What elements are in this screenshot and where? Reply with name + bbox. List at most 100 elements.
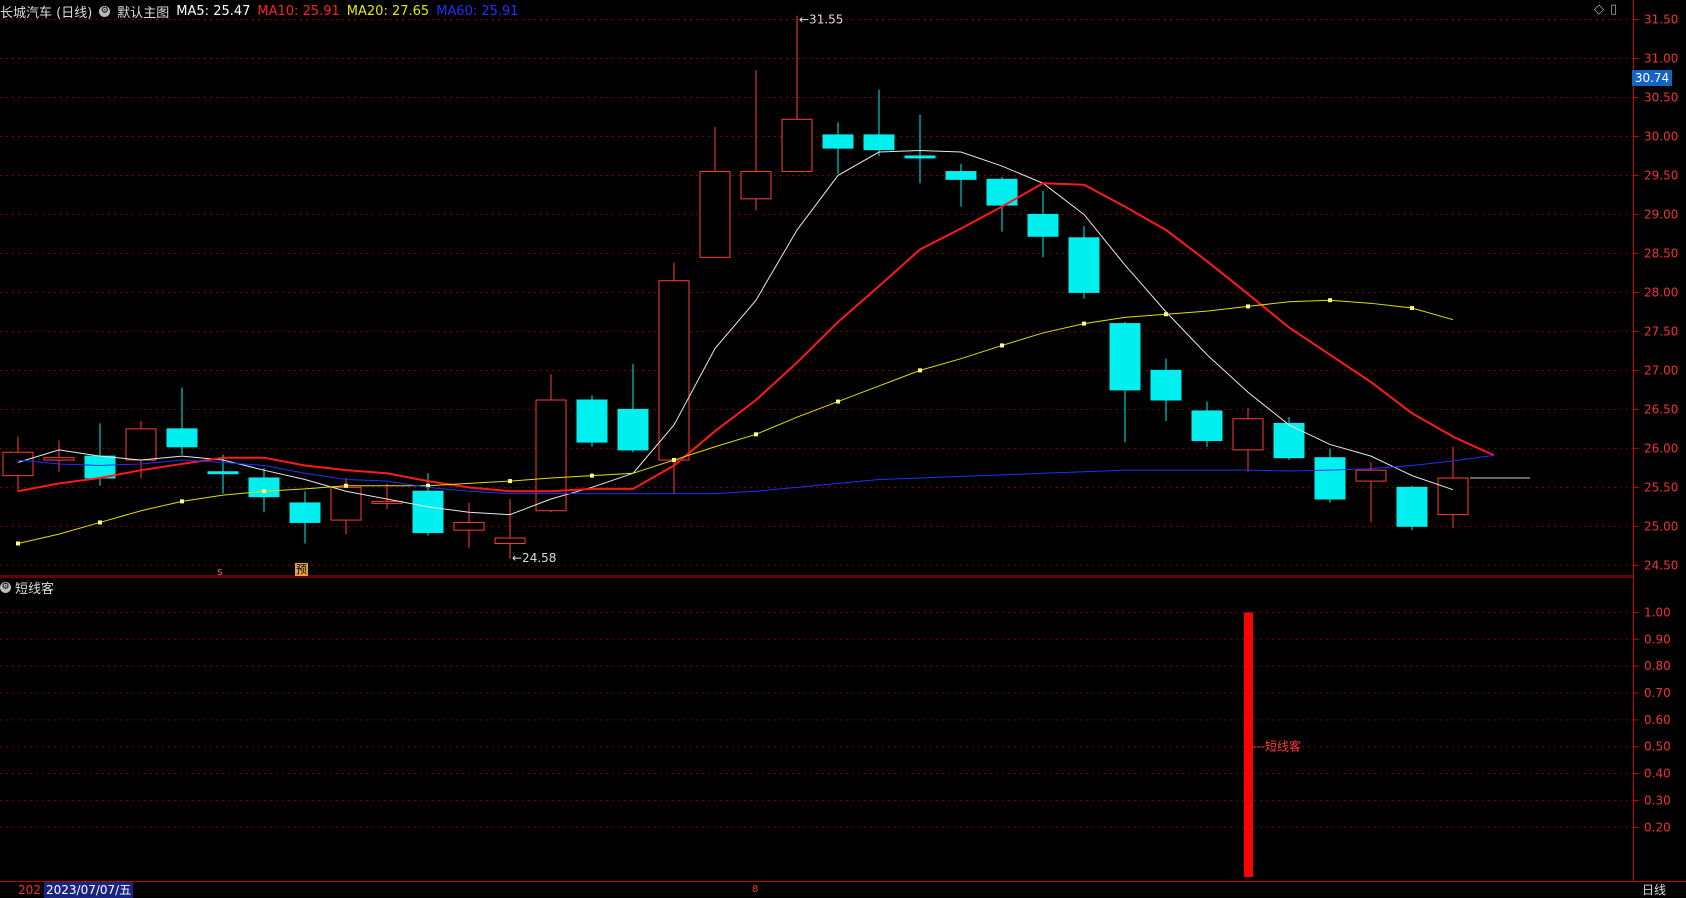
ma20-marker xyxy=(508,479,512,484)
price-axis-labels: 31.50 31.00 30.50 30.00 29.50 29.00 28.50 28.00… xyxy=(1634,12,1678,834)
candle-down xyxy=(1068,237,1100,293)
diamond-icon[interactable]: ◇ xyxy=(1594,2,1604,17)
candle-up xyxy=(658,280,690,461)
price-tick-label: 30.50 xyxy=(1644,90,1678,104)
candle-up xyxy=(781,118,813,173)
candle-down xyxy=(822,134,854,149)
price-tick-label: 24.50 xyxy=(1644,558,1678,572)
candle-down xyxy=(1396,486,1428,527)
candle-down xyxy=(1027,213,1059,237)
price-tick-label: 28.50 xyxy=(1644,246,1678,260)
price-tick-label: 26.00 xyxy=(1644,441,1678,455)
ma60-label: MA60: 25.91 xyxy=(436,3,519,19)
ma20-marker xyxy=(180,499,184,504)
candle-up xyxy=(1232,418,1264,451)
price-tick-label: 28.00 xyxy=(1644,285,1678,299)
candle-up xyxy=(740,171,772,200)
candle-down xyxy=(1150,369,1182,401)
candle-up xyxy=(453,521,485,531)
indicator-tick-label: 0.20 xyxy=(1644,820,1671,834)
price-tick-label: 27.50 xyxy=(1644,324,1678,338)
candle-up xyxy=(494,537,526,544)
ma5-label: MA5: 25.47 xyxy=(176,3,251,19)
ma20-marker xyxy=(672,458,676,463)
ma20-marker xyxy=(344,483,348,488)
ma20-marker xyxy=(16,541,20,546)
ma20-marker xyxy=(1246,304,1250,309)
candle-down xyxy=(576,399,608,443)
ma20-marker xyxy=(262,489,266,494)
indicator-tick-label: 0.30 xyxy=(1644,793,1671,807)
ma20-marker xyxy=(1328,298,1332,303)
ma60-line xyxy=(17,454,1495,495)
indicator-tick-label: 0.60 xyxy=(1644,713,1671,727)
candle-up xyxy=(1355,469,1387,482)
candle-down xyxy=(904,155,936,159)
candle-down xyxy=(248,477,280,498)
template-name[interactable]: 默认主图 xyxy=(117,2,169,21)
candle-up xyxy=(125,428,157,461)
price-tick-label: 30.00 xyxy=(1644,129,1678,143)
ma20-marker xyxy=(1082,321,1086,326)
price-tick-label: 29.00 xyxy=(1644,207,1678,221)
price-annotation: ←31.55 xyxy=(799,13,843,27)
candle-down xyxy=(1273,422,1305,459)
ma20-marker xyxy=(590,473,594,478)
date-axis: 202 2023/07/07/五 8 日线 xyxy=(0,881,1686,898)
indicator-tick-label: 0.80 xyxy=(1644,659,1671,673)
price-tick-label: 31.50 xyxy=(1644,12,1678,26)
ma20-marker xyxy=(836,399,840,404)
sub-panel-title[interactable]: 短线客 xyxy=(15,578,54,597)
ma20-label: MA20: 27.65 xyxy=(346,3,430,19)
settings-gear-icon[interactable]: ⚙ xyxy=(0,581,11,593)
price-tick-label: 27.00 xyxy=(1644,363,1678,377)
indicator-tick-label: 0.40 xyxy=(1644,767,1671,781)
price-tick-label: 29.50 xyxy=(1644,168,1678,182)
ma10-label: MA10: 25.91 xyxy=(257,3,340,19)
ma5-line xyxy=(17,149,1454,516)
price-axis: 31.50 31.00 30.50 30.00 29.50 29.00 28.50 28.00… xyxy=(1633,0,1686,881)
candle-down xyxy=(207,471,239,475)
candle-up xyxy=(330,486,362,521)
candle-down xyxy=(166,428,198,448)
ma10-line xyxy=(17,182,1495,493)
ma20-marker xyxy=(1164,312,1168,317)
price-annotation: ←24.58 xyxy=(512,551,556,565)
ma20-marker xyxy=(918,368,922,373)
candle-up xyxy=(1437,477,1469,516)
candle-down xyxy=(1314,457,1346,500)
candle-down xyxy=(412,490,444,534)
indicator-tick-label: 0.70 xyxy=(1644,686,1671,700)
date-prefix: 202 xyxy=(18,883,41,897)
ma20-marker xyxy=(1000,343,1004,348)
signal-marker-yu: 预 xyxy=(295,563,308,576)
panel-controls: ◇ ▯ xyxy=(1594,2,1623,17)
indicator-tick-label: 0.50 xyxy=(1644,740,1671,754)
candle-down xyxy=(863,134,895,151)
candlestick-chart[interactable]: ←31.55 ←24.58 xyxy=(0,0,1633,577)
indicator-chart[interactable]: ---短线客 xyxy=(0,577,1633,881)
candle-up xyxy=(2,451,34,477)
selected-date: 2023/07/07/五 xyxy=(44,882,134,898)
price-tick-label: 31.00 xyxy=(1644,51,1678,65)
candle-down xyxy=(1191,410,1223,442)
period-label[interactable]: 日线 xyxy=(1642,882,1666,898)
candle-down xyxy=(945,171,977,180)
stock-title[interactable]: 长城汽车 (日线) xyxy=(0,2,92,21)
chart-header: 长城汽车 (日线) ⚙ 默认主图 MA5: 25.47 MA10: 25.91 … xyxy=(0,0,526,22)
month-tick-label: 8 xyxy=(752,884,759,895)
sub-panel-header: ⚙ 短线客 xyxy=(0,578,54,597)
price-tick-label: 25.00 xyxy=(1644,519,1678,533)
candle-up xyxy=(371,500,403,504)
price-tick-label: 26.50 xyxy=(1644,402,1678,416)
settings-gear-icon[interactable]: ⚙ xyxy=(99,5,111,17)
price-tick-label: 25.50 xyxy=(1644,480,1678,494)
current-price-tag: 30.74 xyxy=(1632,70,1672,86)
candle-down xyxy=(84,455,116,479)
indicator-tick-label: 0.90 xyxy=(1644,632,1671,646)
candle-down xyxy=(1109,323,1141,391)
candle-up xyxy=(699,171,731,258)
window-toggle-icon[interactable]: ▯ xyxy=(1610,2,1617,17)
candle-up xyxy=(535,399,567,512)
candle-down xyxy=(289,502,321,523)
